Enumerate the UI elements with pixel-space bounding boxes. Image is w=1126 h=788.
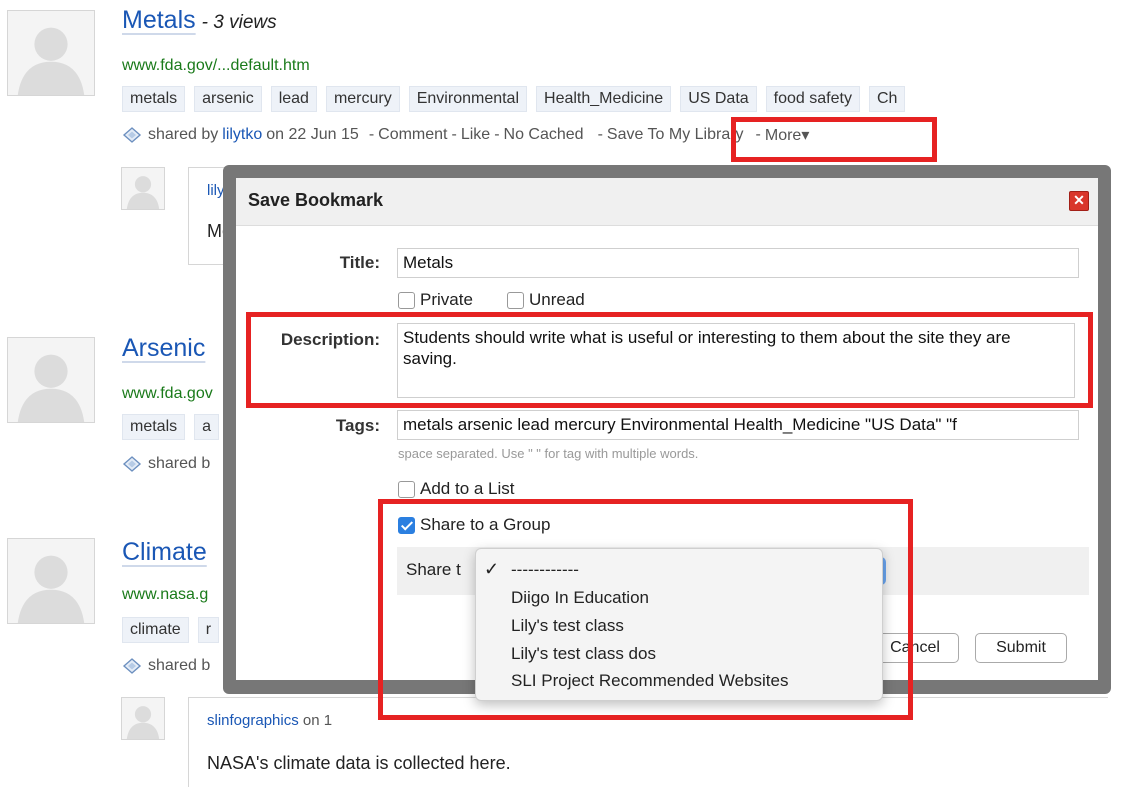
tag[interactable]: food safety [765,86,860,112]
tag[interactable]: Ch [868,86,906,112]
shared-row: shared b [122,657,210,675]
shared-row: shared by lilytko on 22 Jun 15 - Comment… [122,125,809,145]
highlight-description [246,312,1093,408]
unread-checkbox-row[interactable]: Unread [507,290,585,310]
tag[interactable]: r [197,617,220,643]
tag[interactable]: Health_Medicine [536,86,672,112]
comment-text: NASA's climate data is collected here. [207,753,511,773]
close-icon[interactable]: ✕ [1069,191,1089,211]
separator: - [451,126,457,143]
tag[interactable]: lead [270,86,317,112]
tags-label: Tags: [335,416,380,435]
avatar [121,167,165,210]
unread-checkbox[interactable] [507,291,524,309]
item-title-text[interactable]: Metals [122,6,196,34]
shared-row: shared b [122,455,210,473]
shared-by-label: shared b [148,657,211,674]
tags-input[interactable] [397,410,1079,440]
shared-by-label: shared by [148,126,219,143]
unread-label: Unread [529,290,585,309]
item-url[interactable]: www.fda.gov [122,385,213,403]
no-cached-link[interactable]: No Cached [504,126,584,144]
title-label: Title: [339,253,380,272]
shared-date: on 22 Jun 15 [266,126,359,143]
view-count: - 3 views [201,12,277,33]
item-title-link[interactable]: Climate [122,538,207,567]
like-link[interactable]: Like [461,126,490,144]
private-checkbox[interactable] [398,291,415,309]
separator: - [597,126,603,143]
tag[interactable]: a [194,414,220,440]
tag[interactable]: Environmental [408,86,528,112]
highlight-save-to-library [731,117,937,162]
comment-link[interactable]: Comment [378,126,447,144]
title-input[interactable] [397,248,1079,278]
separator: - [494,126,500,143]
tag[interactable]: mercury [325,86,400,112]
submit-button[interactable]: Submit [975,633,1067,663]
dialog-header: Save Bookmark ✕ [236,178,1098,226]
item-url[interactable]: www.nasa.g [122,586,208,604]
add-to-list-label: Add to a List [420,479,515,498]
tag[interactable]: metals [122,86,186,112]
tag-list: climate r [122,617,220,643]
tag[interactable]: arsenic [194,86,262,112]
comment-user-name[interactable]: slinfographics [207,712,299,729]
shared-by-label: shared b [148,455,211,472]
avatar [121,697,165,740]
item-title-link[interactable]: Metals - 3 views [122,6,277,35]
bookmark-icon [122,127,142,143]
item-url[interactable]: www.fda.gov/...default.htm [122,57,310,75]
tag[interactable]: metals [122,414,186,440]
private-label: Private [420,290,473,309]
item-title-link[interactable]: Arsenic [122,334,205,363]
private-checkbox-row[interactable]: Private [398,290,473,310]
tag-list: metals arsenic lead mercury Environmental Hea… [122,86,906,112]
tag-list: metals a [122,414,220,440]
tag[interactable]: US Data [680,86,757,112]
bookmark-icon [122,456,142,472]
avatar [7,337,95,423]
bookmark-icon [122,658,142,674]
tags-hint: space separated. Use " " for tag with mu… [398,446,699,461]
tag[interactable]: climate [122,617,189,643]
avatar [7,10,95,96]
add-to-list-row[interactable]: Add to a List [398,479,515,499]
highlight-share-group [378,499,913,720]
shared-by-user-link[interactable]: lilytko [222,126,262,144]
separator: - [368,126,375,143]
add-to-list-checkbox[interactable] [398,480,415,498]
comment-user-link[interactable]: lily [207,182,225,199]
save-to-library-link[interactable]: Save To My Library [607,126,744,144]
dialog-title: Save Bookmark [248,190,384,210]
comment-user-link[interactable]: slinfographics on 1 [207,712,332,729]
comment-date: on 1 [302,712,333,729]
avatar [7,538,95,624]
